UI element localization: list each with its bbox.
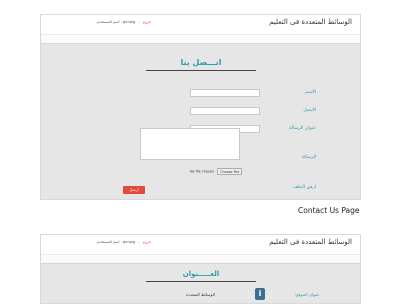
choose-file-button[interactable]: Choose File (217, 168, 243, 175)
logout-link[interactable]: خروج (143, 240, 151, 244)
site-title: الوسائط المتعددة فى التعليم (269, 238, 352, 246)
page-title: اتـــصل بنا (180, 58, 222, 67)
file-status: No file chosen (190, 169, 215, 174)
heading-underline (146, 70, 256, 71)
username-label: اسم المستخدم : (97, 240, 122, 244)
attach-label: ارفق الملف (293, 185, 316, 190)
subject-label: عنوان الرسالة (289, 126, 316, 131)
main-nav: الصفحة ن أ س الموقع الأهـ داف المـحتوى ا… (41, 254, 360, 273)
logout-link[interactable]: خروج (143, 20, 151, 24)
message-textarea[interactable] (140, 128, 240, 160)
send-button[interactable]: ارسل (123, 186, 145, 194)
file-upload: No file chosen Choose File (190, 168, 243, 175)
user-bar: اسم المستخدم : gimpig - خروج (97, 240, 151, 244)
site-header: اسم المستخدم : gimpig - خروج الوسائط الم… (41, 15, 360, 34)
separator: - (137, 240, 139, 244)
username: gimpig (122, 240, 136, 244)
page-title: العـــــنوان (182, 270, 220, 278)
username: gimpig (122, 20, 136, 24)
username-label: اسم المستخدم : (97, 20, 122, 24)
email-label: الايميل (303, 108, 316, 113)
title-content: العـــــنوان i عنوان الموقع: الوسائط الم… (41, 264, 360, 303)
user-bar: اسم المستخدم : gimpig - خروج (97, 20, 151, 24)
site-header: اسم المستخدم : gimpig - خروج الوسائط الم… (41, 235, 360, 254)
main-nav: الصفحة ن أ س الموقع الأهـ داف المـحتوى ا… (41, 34, 360, 53)
title-page-card: اسم المستخدم : gimpig - خروج الوسائط الم… (40, 234, 361, 304)
info-icon: i (255, 288, 265, 300)
site-title: الوسائط المتعددة فى التعليم (269, 18, 352, 26)
contact-content: اتـــصل بنا الاسم الايميل عنوان الرسالة … (41, 44, 360, 199)
message-label: الرسالة (301, 155, 316, 160)
name-label: الاسم (305, 90, 316, 95)
page-caption: Contact Us Page (298, 206, 360, 215)
name-input[interactable] (190, 89, 260, 97)
site-value: الوسائط المتعددة (186, 292, 215, 297)
site-label: عنوان الموقع: (294, 292, 319, 297)
heading-underline (146, 281, 256, 282)
email-input[interactable] (190, 107, 260, 115)
contact-page-card: اسم المستخدم : gimpig - خروج الوسائط الم… (40, 14, 361, 200)
separator: - (137, 20, 139, 24)
